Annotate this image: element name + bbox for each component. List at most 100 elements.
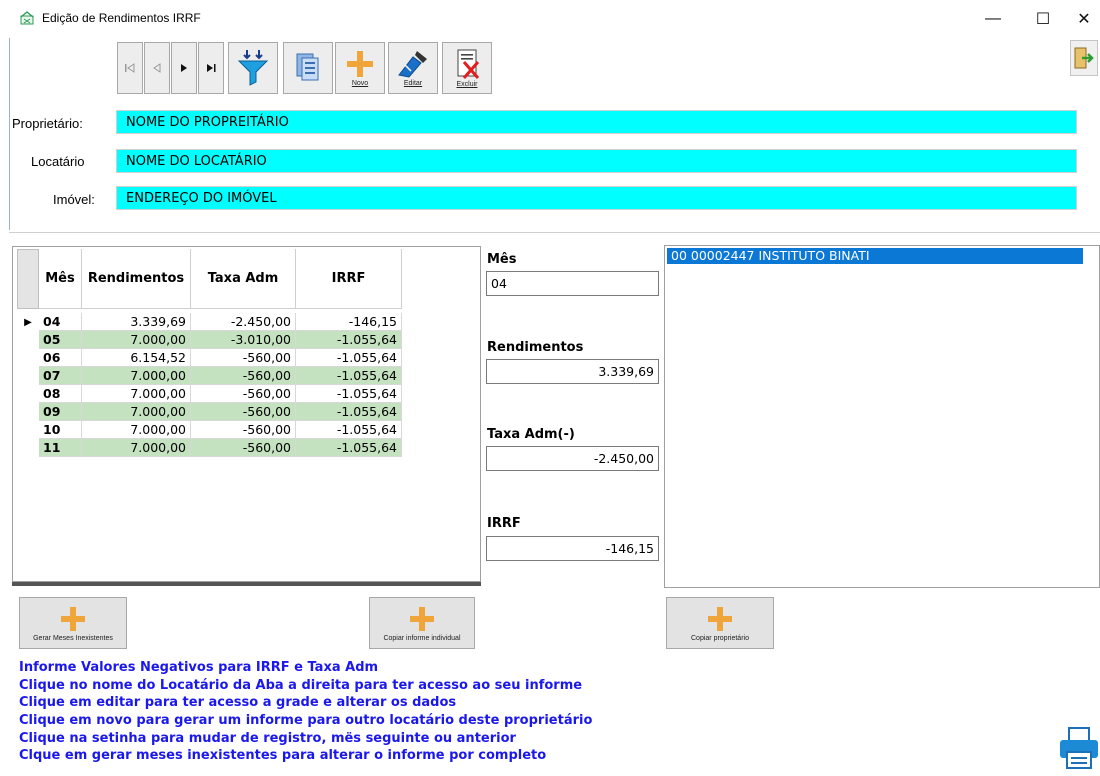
cell-irrf[interactable]: -1.055,64 [296,349,402,367]
delete-icon [457,49,480,79]
cell-rendimentos[interactable]: 7.000,00 [82,439,191,457]
next-record-icon [181,64,187,72]
column-header-irrf[interactable]: IRRF [296,249,402,309]
cell-mes[interactable]: 10 [39,421,82,439]
cell-irrf[interactable]: -146,15 [296,313,402,331]
column-header-mes[interactable]: Mês [39,249,82,309]
exit-button[interactable] [1070,40,1098,76]
cell-irrf[interactable]: -1.055,64 [296,385,402,403]
print-icon[interactable] [1058,726,1100,772]
cell-mes[interactable]: 09 [39,403,82,421]
app-icon [20,11,34,25]
edit-icon [398,51,427,78]
next-record-button[interactable] [171,42,197,94]
cell-taxa-adm[interactable]: -560,00 [191,403,296,421]
cell-taxa-adm[interactable]: -560,00 [191,385,296,403]
novo-label: Novo [351,80,369,87]
cell-rendimentos[interactable]: 7.000,00 [82,367,191,385]
cell-rendimentos[interactable]: 7.000,00 [82,421,191,439]
cell-taxa-adm[interactable]: -560,00 [191,349,296,367]
cell-rendimentos[interactable]: 7.000,00 [82,403,191,421]
current-row-indicator-icon: ▶ [24,316,32,328]
irrf-input[interactable]: -146,15 [486,536,659,561]
instruction-line: Clique no nome do Locatário da Aba a dir… [19,678,583,693]
imovel-label: Imóvel: [53,192,95,207]
taxa-adm-label: Taxa Adm(-) [487,427,575,442]
cell-mes[interactable]: 08 [39,385,82,403]
gerar-meses-button[interactable]: Gerar Meses Inexistentes [19,597,127,649]
copiar-individual-label: Copiar informe individual [383,635,461,642]
separator [9,232,1100,233]
cell-rendimentos[interactable]: 6.154,52 [82,349,191,367]
plus-icon [410,607,434,631]
taxa-adm-input[interactable]: -2.450,00 [486,446,659,471]
editar-button[interactable]: Editar [388,42,438,94]
rendimentos-label: Rendimentos [487,340,584,355]
cell-rendimentos[interactable]: 3.339,69 [82,313,191,331]
cell-mes[interactable]: 05 [39,331,82,349]
instruction-line: Clique em novo para gerar um informe par… [19,713,593,728]
minimize-button[interactable]: — [970,4,1016,34]
filter-icon [237,50,269,86]
instruction-line: Clique na setinha para mudar de registro… [19,731,516,746]
locatario-field[interactable]: NOME DO LOCATÁRIO [116,149,1077,173]
locatarios-list[interactable] [664,245,1100,588]
cell-taxa-adm[interactable]: -560,00 [191,367,296,385]
gerar-meses-label: Gerar Meses Inexistentes [33,635,113,642]
first-record-button[interactable] [117,42,143,94]
cell-mes[interactable]: 04 [39,313,82,331]
form-left-border [9,38,10,230]
prev-record-button[interactable] [144,42,170,94]
maximize-icon: ☐ [1035,11,1051,28]
instruction-line: Clque em gerar meses inexistentes para a… [19,748,547,763]
window-title: Edição de Rendimentos IRRF [42,11,201,25]
plus-icon [708,607,732,631]
column-header-rendimentos[interactable]: Rendimentos [82,249,191,309]
mes-input[interactable]: 04 [486,271,659,296]
instruction-line: Clique em editar para ter acesso a grade… [19,695,457,710]
instruction-line: Informe Valores Negativos para IRRF e Ta… [19,660,379,675]
copiar-individual-button[interactable]: Copiar informe individual [369,597,475,649]
cell-irrf[interactable]: -1.055,64 [296,439,402,457]
proprietario-label: Proprietário: [12,116,83,131]
close-button[interactable]: ✕ [1068,4,1100,34]
copiar-proprietario-button[interactable]: Copiar proprietário [666,597,774,649]
list-item-selected[interactable]: 00 00002447 INSTITUTO BINATI [667,248,1083,264]
first-record-icon [125,63,135,73]
cell-irrf[interactable]: -1.055,64 [296,403,402,421]
prev-record-icon [153,63,161,73]
maximize-button[interactable]: ☐ [1020,4,1066,34]
mes-label: Mês [487,252,517,267]
cell-taxa-adm[interactable]: -560,00 [191,421,296,439]
cell-mes[interactable]: 06 [39,349,82,367]
rendimentos-input[interactable]: 3.339,69 [486,359,659,384]
cell-rendimentos[interactable]: 7.000,00 [82,385,191,403]
copy-button[interactable] [283,42,333,94]
cell-taxa-adm[interactable]: -2.450,00 [191,313,296,331]
plus-icon [347,51,373,77]
grid-corner [17,249,39,309]
copiar-proprietario-label: Copiar proprietário [691,635,749,642]
grid-scroll-edge [12,582,481,586]
novo-button[interactable]: Novo [335,42,385,94]
cell-irrf[interactable]: -1.055,64 [296,421,402,439]
cell-rendimentos[interactable]: 7.000,00 [82,331,191,349]
proprietario-field[interactable]: NOME DO PROPREITÁRIO [116,110,1077,134]
imovel-field[interactable]: ENDEREÇO DO IMÓVEL [116,186,1077,210]
close-icon: ✕ [1077,11,1091,28]
last-record-icon [207,64,216,72]
last-record-button[interactable] [198,42,224,94]
cell-taxa-adm[interactable]: -3.010,00 [191,331,296,349]
cell-taxa-adm[interactable]: -560,00 [191,439,296,457]
copy-icon [296,53,319,81]
editar-label: Editar [403,80,423,87]
cell-irrf[interactable]: -1.055,64 [296,367,402,385]
filter-button[interactable] [228,42,278,94]
locatario-label: Locatário [31,154,85,169]
column-header-taxa-adm[interactable]: Taxa Adm [191,249,296,309]
cell-irrf[interactable]: -1.055,64 [296,331,402,349]
cell-mes[interactable]: 07 [39,367,82,385]
excluir-button[interactable]: Excluir [442,42,492,94]
cell-mes[interactable]: 11 [39,439,82,457]
exit-icon [1074,47,1094,69]
